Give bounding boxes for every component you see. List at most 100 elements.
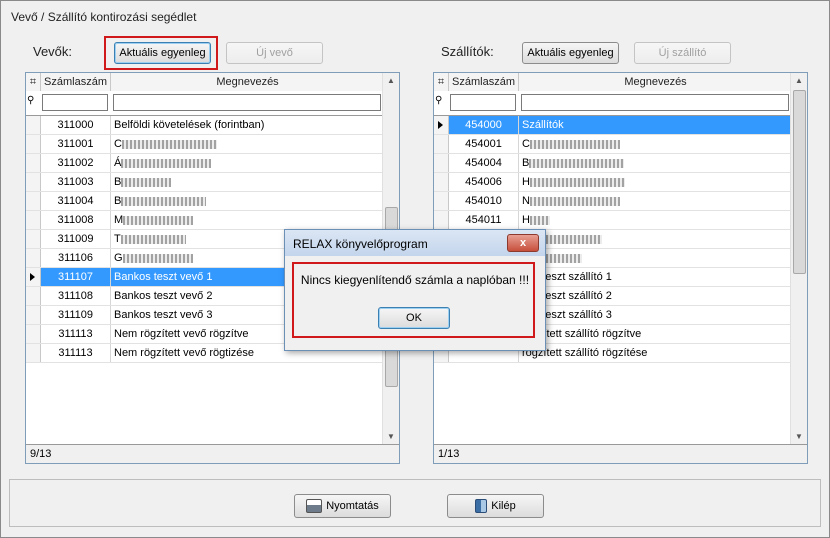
column-select-icon[interactable]: ⌗ [434, 73, 449, 91]
table-row[interactable]: 454000 Szállítók [434, 116, 792, 135]
cell-name-text: Belföldi követelések (forintban) [114, 119, 265, 131]
cell-name-text: B [114, 176, 122, 188]
column-select-icon[interactable]: ⌗ [26, 73, 41, 91]
redacted-text [121, 139, 217, 149]
suppliers-scrollbar[interactable]: ▲ ▼ [790, 73, 807, 445]
cell-name-text: B [522, 157, 530, 169]
column-name[interactable]: Megnevezés [519, 73, 792, 91]
row-indicator [26, 116, 41, 134]
cell-name: rögzített szállító rögzítve [519, 325, 792, 343]
suppliers-balance-button[interactable]: Aktuális egyenleg [522, 42, 619, 64]
exit-button[interactable]: Kilép [447, 494, 544, 518]
row-indicator [434, 211, 449, 229]
suppliers-filter-row: ⚲ [434, 91, 791, 116]
filter-account-input[interactable] [42, 94, 108, 111]
cell-account: 454006 [449, 173, 519, 191]
scroll-thumb[interactable] [793, 90, 806, 274]
column-name[interactable]: Megnevezés [111, 73, 384, 91]
cell-name: rögzített szállító rögzítése [519, 344, 792, 362]
cell-name [519, 230, 792, 248]
cell-name: N [519, 192, 792, 210]
column-account[interactable]: Számlaszám [41, 73, 111, 91]
table-row[interactable]: 311004 B [26, 192, 383, 211]
suppliers-label: Szállítók: [441, 44, 494, 59]
redacted-text [529, 158, 625, 168]
customers-balance-button[interactable]: Aktuális egyenleg [114, 42, 211, 64]
cell-name-text: M [114, 214, 124, 226]
table-row[interactable]: 311001 C [26, 135, 383, 154]
cell-account: 311000 [41, 116, 111, 134]
customers-filter-row: ⚲ [26, 91, 383, 116]
new-customer-button[interactable]: Új vevő [226, 42, 323, 64]
ok-button[interactable]: OK [378, 307, 450, 329]
table-row[interactable]: 454001 C [434, 135, 791, 154]
cell-name: Belföldi követelések (forintban) [111, 116, 384, 134]
dialog-titlebar[interactable]: RELAX könyvelőprogram x [285, 230, 545, 256]
cell-name: kos teszt szállító 2 [519, 287, 792, 305]
column-account[interactable]: Számlaszám [449, 73, 519, 91]
table-row[interactable]: 454004 B [434, 154, 791, 173]
cell-name: M [111, 211, 384, 229]
cell-name: B [519, 154, 792, 172]
close-icon[interactable]: x [507, 234, 539, 252]
cell-account: 454004 [449, 154, 519, 172]
cell-name: Szállítók [519, 116, 792, 134]
binoculars-icon: ⚲ [435, 95, 443, 106]
cell-account: 311001 [41, 135, 111, 153]
cell-name-text: Szállítók [522, 119, 564, 131]
new-supplier-button[interactable]: Új szállító [634, 42, 731, 64]
redacted-text [121, 196, 207, 206]
table-row[interactable]: 454011 H [434, 211, 791, 230]
suppliers-grid-header: ⌗ Számlaszám Megnevezés [434, 73, 791, 92]
cell-account: 311113 [41, 344, 111, 362]
row-indicator [26, 154, 41, 172]
cell-name: B [111, 192, 384, 210]
cell-name: H [519, 173, 792, 191]
cell-account: 311109 [41, 306, 111, 324]
cell-name: kos teszt szállító 1 [519, 268, 792, 286]
row-indicator [434, 116, 449, 134]
cell-name-text: H [522, 214, 530, 226]
cell-name-text: Bankos teszt vevő 3 [114, 309, 213, 321]
row-indicator [26, 173, 41, 191]
customers-grid-header: ⌗ Számlaszám Megnevezés [26, 73, 383, 92]
redacted-text [529, 177, 625, 187]
cell-name [519, 249, 792, 267]
cell-name: B [111, 173, 384, 191]
exit-label: Kilép [491, 500, 516, 512]
scroll-down-icon[interactable]: ▼ [383, 429, 399, 445]
table-row[interactable]: 311003 B [26, 173, 383, 192]
dialog-message: Nincs kiegyenlítendő számla a naplóban !… [300, 273, 530, 287]
row-indicator [26, 192, 41, 210]
print-label: Nyomtatás [326, 500, 379, 512]
dialog-title: RELAX könyvelőprogram [293, 237, 428, 251]
print-button[interactable]: Nyomtatás [294, 494, 391, 518]
row-indicator [26, 287, 41, 305]
row-indicator [26, 230, 41, 248]
table-row[interactable]: 311008 M [26, 211, 383, 230]
row-indicator [434, 135, 449, 153]
filter-account-input[interactable] [450, 94, 516, 111]
window-title: Vevő / Szállító kontirozási segédlet [11, 10, 197, 24]
cell-name-text: Bankos teszt vevő 1 [114, 271, 213, 283]
table-row[interactable]: 454010 N [434, 192, 791, 211]
cell-account: 311009 [41, 230, 111, 248]
filter-name-input[interactable] [113, 94, 381, 111]
scroll-up-icon[interactable]: ▲ [383, 73, 399, 89]
cell-name-text: H [522, 176, 530, 188]
cell-name-text: Nem rögzített vevő rögzítve [114, 328, 249, 340]
table-row[interactable]: 454006 H [434, 173, 791, 192]
cell-account: 454010 [449, 192, 519, 210]
filter-name-input[interactable] [521, 94, 789, 111]
footer-bar [9, 479, 821, 527]
cell-name-text: N [522, 195, 530, 207]
row-indicator [434, 192, 449, 210]
scroll-up-icon[interactable]: ▲ [791, 73, 807, 89]
binoculars-icon: ⚲ [27, 95, 35, 106]
table-row[interactable]: 311002 Á [26, 154, 383, 173]
scroll-down-icon[interactable]: ▼ [791, 429, 807, 445]
table-row[interactable]: 311000 Belföldi követelések (forintban) [26, 116, 383, 135]
cell-account: 311002 [41, 154, 111, 172]
redacted-text [121, 177, 172, 187]
redacted-text [121, 158, 212, 168]
